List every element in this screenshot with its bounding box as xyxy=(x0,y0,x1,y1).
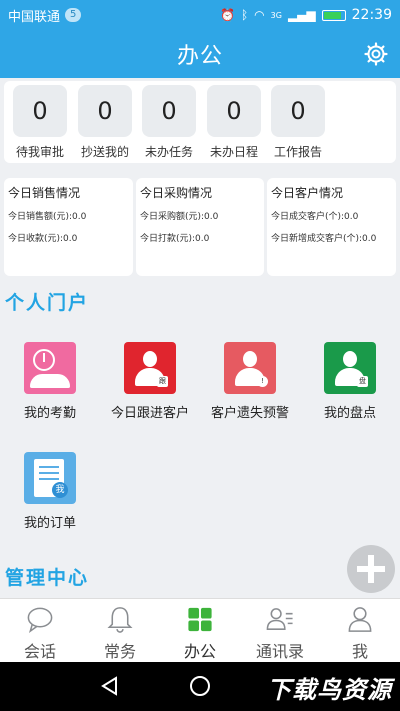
tile-tag: ! xyxy=(257,376,268,387)
tile-today-follow-up[interactable]: 跟 今日跟进客户 xyxy=(105,342,195,421)
counter-label: 未办日程 xyxy=(209,145,258,159)
tab-label: 通讯录 xyxy=(255,642,304,661)
stat-line: 今日收款(元):0.0 xyxy=(8,234,78,244)
title-bar: 办公 xyxy=(0,30,400,78)
counter-value: 0 xyxy=(271,85,325,137)
counter-pending-approval[interactable]: 0 待我审批 xyxy=(10,85,70,160)
system-nav-bar: 下载鸟资源 xyxy=(0,662,400,711)
add-button[interactable] xyxy=(347,545,395,593)
notification-badge: 5 xyxy=(65,8,82,22)
carrier-info: 中国联通 5 xyxy=(8,6,82,25)
tab-label: 办公 xyxy=(183,642,216,661)
counter-open-tasks[interactable]: 0 未办任务 xyxy=(139,85,199,160)
stat-line: 今日成交客户(个):0.0 xyxy=(271,212,359,222)
tile-customer-loss-alert[interactable]: ! 客户遗失预警 xyxy=(205,342,295,421)
tab-label: 常务 xyxy=(103,642,136,661)
grid-icon xyxy=(188,607,212,632)
stat-title: 今日采购情况 xyxy=(140,186,213,200)
signal-label: 3G xyxy=(270,10,282,20)
purchase-stat-card[interactable]: 今日采购情况 今日采购额(元):0.0 今日打款(元):0.0 xyxy=(136,178,264,276)
status-bar: 中国联通 5 ⏰ ᛒ ◠ 3G ▂▄▆ 22:39 xyxy=(0,0,400,30)
counter-label: 抄送我的 xyxy=(80,145,129,159)
bottom-tab-bar: 会话 常务 办公 通讯录 我 xyxy=(0,598,400,662)
order-document-icon: 我 xyxy=(24,452,76,504)
tab-label: 我 xyxy=(351,642,368,661)
tile-my-attendance[interactable]: 我的考勤 xyxy=(5,342,95,421)
settings-gear-icon[interactable] xyxy=(364,42,388,66)
signal-icon: ▂▄▆ xyxy=(287,8,316,22)
tab-chat[interactable]: 会话 xyxy=(0,599,80,662)
chat-bubble-icon xyxy=(27,607,53,634)
wifi-icon: ◠ xyxy=(254,8,265,22)
tab-label: 会话 xyxy=(23,642,56,661)
page-title: 办公 xyxy=(176,44,223,69)
battery-icon xyxy=(321,9,346,21)
user-icon xyxy=(348,607,372,632)
counter-work-report[interactable]: 0 工作报告 xyxy=(268,85,328,160)
stat-line: 今日新增成交客户(个):0.0 xyxy=(271,234,377,244)
tile-my-inventory[interactable]: 盘 我的盘点 xyxy=(305,342,395,421)
alarm-icon: ⏰ xyxy=(220,8,235,22)
todo-counters-card: 0 待我审批 0 抄送我的 0 未办任务 0 未办日程 0 工作报告 xyxy=(4,81,396,163)
tile-label: 客户遗失预警 xyxy=(210,406,289,421)
counter-value: 0 xyxy=(13,85,67,137)
stat-title: 今日销售情况 xyxy=(8,186,81,200)
tile-label: 我的考勤 xyxy=(23,406,76,421)
tile-my-orders[interactable]: 我 我的订单 xyxy=(5,452,95,531)
counter-label: 未办任务 xyxy=(144,145,193,159)
status-icons: ⏰ ᛒ ◠ 3G ▂▄▆ 22:39 xyxy=(220,7,392,23)
tab-me[interactable]: 我 xyxy=(320,599,400,662)
home-circle-icon[interactable] xyxy=(190,676,210,696)
counter-cc-to-me[interactable]: 0 抄送我的 xyxy=(75,85,135,160)
stat-title: 今日客户情况 xyxy=(271,186,344,200)
person-warning-icon: ! xyxy=(224,342,276,394)
person-inventory-icon: 盘 xyxy=(324,342,376,394)
counter-value: 0 xyxy=(78,85,132,137)
contacts-icon xyxy=(266,608,293,630)
bell-icon xyxy=(107,607,133,633)
tab-contacts[interactable]: 通讯录 xyxy=(240,599,320,662)
tile-label: 我的订单 xyxy=(23,516,76,531)
bluetooth-icon: ᛒ xyxy=(240,8,249,22)
stat-line: 今日打款(元):0.0 xyxy=(140,234,210,244)
counter-open-schedule[interactable]: 0 未办日程 xyxy=(204,85,264,160)
tile-label: 我的盘点 xyxy=(323,406,376,421)
counter-value: 0 xyxy=(207,85,261,137)
tile-label: 今日跟进客户 xyxy=(110,406,189,421)
personal-portal-title: 个人门户 xyxy=(5,292,90,314)
sales-stat-card[interactable]: 今日销售情况 今日销售额(元):0.0 今日收款(元):0.0 xyxy=(4,178,133,276)
back-triangle-icon[interactable] xyxy=(100,676,120,696)
clock-person-icon xyxy=(24,342,76,394)
tab-routine[interactable]: 常务 xyxy=(80,599,160,662)
clock-time: 22:39 xyxy=(351,7,392,23)
counter-label: 工作报告 xyxy=(273,145,322,159)
counter-label: 待我审批 xyxy=(15,145,64,159)
tile-tag: 我 xyxy=(52,482,68,498)
stat-line: 今日采购额(元):0.0 xyxy=(140,212,219,222)
tile-tag: 盘 xyxy=(357,376,368,387)
watermark-text: 下载鸟资源 xyxy=(267,676,392,704)
tab-office[interactable]: 办公 xyxy=(160,599,240,662)
stat-line: 今日销售额(元):0.0 xyxy=(8,212,87,222)
customer-stat-card[interactable]: 今日客户情况 今日成交客户(个):0.0 今日新增成交客户(个):0.0 xyxy=(267,178,396,276)
management-center-title: 管理中心 xyxy=(5,567,90,589)
counter-value: 0 xyxy=(142,85,196,137)
carrier-name: 中国联通 xyxy=(8,9,61,25)
person-follow-icon: 跟 xyxy=(124,342,176,394)
tile-tag: 跟 xyxy=(157,376,168,387)
